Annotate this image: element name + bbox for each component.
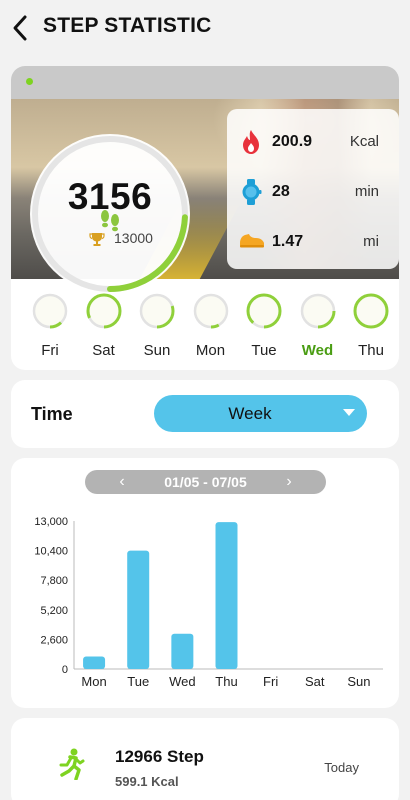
watch-icon (242, 179, 262, 205)
day-item-thu[interactable]: Thu (346, 287, 396, 367)
page-title: STEP STATISTIC (43, 14, 212, 37)
day-progress-ring (139, 293, 175, 329)
status-dot (26, 78, 33, 85)
activity-stats-panel: 200.9 Kcal 28 min 1.47 mi (227, 109, 399, 269)
day-item-mon[interactable]: Mon (186, 287, 236, 367)
day-label: Fri (41, 342, 59, 359)
flame-icon (243, 130, 259, 154)
day-progress-ring (193, 293, 228, 329)
x-tick-label: Thu (215, 674, 237, 689)
date-range-selector: ‹ 01/05 - 07/05 › (85, 470, 326, 494)
duration-value: 28 (272, 183, 290, 200)
day-progress-ring (246, 293, 282, 329)
duration-stat: 28 min (227, 177, 399, 207)
x-tick-label: Sat (305, 674, 325, 689)
shoe-icon (240, 234, 264, 248)
day-item-fri[interactable]: Fri (25, 287, 75, 367)
steps-bar-chart: 0 2,600 5,200 7,800 10,400 13,000 Mon Tue Wed Thu… (34, 516, 383, 689)
day-label: Wed (301, 342, 334, 359)
x-tick-label: Sun (347, 674, 370, 689)
time-label: Time (31, 404, 73, 424)
day-label: Tue (251, 342, 277, 359)
day-progress-ring (300, 293, 335, 329)
x-tick-label: Wed (169, 674, 196, 689)
calories-value: 200.9 (272, 133, 313, 150)
bar-mon[interactable] (83, 656, 106, 669)
date-range-label: 01/05 - 07/05 (164, 474, 247, 490)
day-item-tue[interactable]: Tue (239, 287, 289, 367)
today-summary-card: 3156 13000 200.9 Kcal 28 min 1.47 mi Fri… (11, 66, 399, 370)
summary-date: Today (324, 760, 359, 775)
weekday-progress-row: Fri Sat Sun Mon Tue Wed Thu (11, 287, 399, 367)
duration-unit: min (354, 183, 379, 200)
summary-calories: 599.1 Kcal (115, 774, 179, 789)
step-count: 3156 (67, 176, 153, 217)
daily-summary-card[interactable]: 12966 Step 599.1 Kcal Today (11, 718, 399, 800)
y-tick-label: 10,400 (34, 546, 68, 558)
bar-thu[interactable] (215, 522, 238, 669)
app-header: STEP STATISTIC (0, 0, 410, 56)
distance-unit: mi (363, 233, 379, 250)
dropdown-caret-icon (343, 409, 355, 416)
distance-stat: 1.47 mi (227, 227, 399, 257)
next-range-button[interactable]: › (274, 470, 304, 494)
time-filter-card: Time Week (11, 380, 399, 448)
day-label: Sun (143, 342, 171, 359)
bar-tue[interactable] (127, 550, 150, 669)
runner-icon (59, 748, 85, 780)
y-tick-label: 2,600 (40, 634, 68, 646)
bar-wed[interactable] (171, 633, 194, 669)
goal-value: 13000 (114, 230, 153, 246)
period-dropdown[interactable]: Week (154, 395, 367, 432)
day-progress-ring (353, 293, 389, 329)
y-tick-label: 0 (62, 664, 68, 676)
day-label: Mon (195, 342, 226, 359)
x-tick-label: Tue (127, 674, 149, 689)
trophy-icon (89, 233, 105, 246)
y-tick-label: 7,800 (40, 575, 68, 587)
day-progress-ring (32, 293, 68, 329)
weekly-steps-chart-card: ‹ 01/05 - 07/05 › 0 2,600 5,200 7,800 10,400… (11, 458, 399, 708)
day-item-sat[interactable]: Sat (79, 287, 129, 367)
card-top-strip (11, 66, 399, 99)
day-progress-ring (86, 293, 121, 329)
distance-value: 1.47 (272, 233, 304, 250)
chevron-left-icon[interactable] (10, 12, 34, 44)
day-item-wed[interactable]: Wed (293, 287, 343, 367)
y-tick-label: 5,200 (40, 605, 68, 617)
summary-steps: 12966 Step (115, 747, 204, 766)
day-label: Thu (358, 342, 384, 359)
day-label: Sat (92, 342, 115, 359)
x-tick-label: Mon (81, 674, 106, 689)
day-item-sun[interactable]: Sun (132, 287, 182, 367)
y-tick-label: 13,000 (34, 516, 68, 528)
calories-stat: 200.9 Kcal (227, 127, 399, 157)
calories-unit: Kcal (349, 133, 379, 150)
x-tick-label: Fri (263, 674, 278, 689)
period-selected-value: Week (228, 404, 272, 423)
